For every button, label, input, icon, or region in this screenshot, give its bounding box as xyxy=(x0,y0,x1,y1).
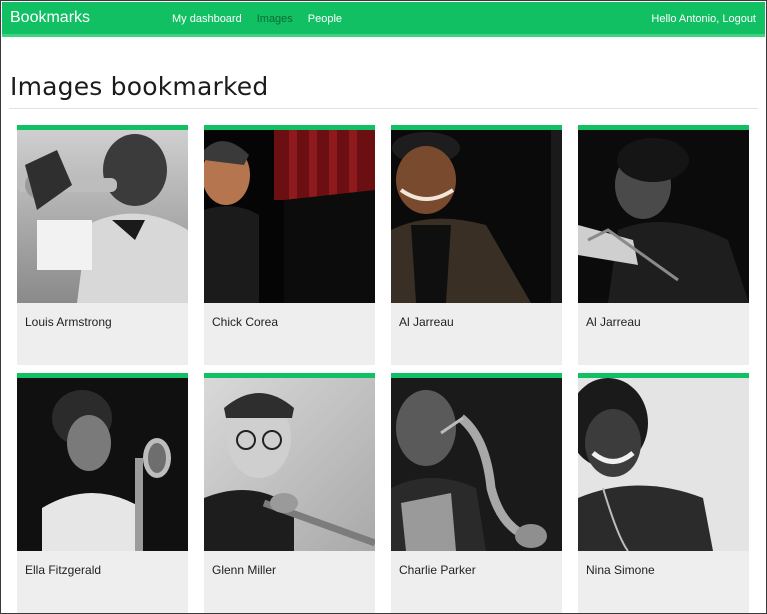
nav-people[interactable]: People xyxy=(308,13,342,25)
image-thumbnail[interactable] xyxy=(204,130,375,303)
user-area: Hello Antonio, Logout xyxy=(651,13,756,25)
image-thumbnail[interactable] xyxy=(391,130,562,303)
photo-al-jarreau-2 xyxy=(578,130,749,303)
image-caption[interactable]: Glenn Miller xyxy=(212,563,276,577)
nav-my-dashboard[interactable]: My dashboard xyxy=(172,13,242,25)
logout-link[interactable]: Logout xyxy=(722,13,756,25)
nav-images[interactable]: Images xyxy=(257,13,293,25)
image-card[interactable]: Al Jarreau xyxy=(578,125,749,365)
image-caption[interactable]: Charlie Parker xyxy=(399,563,476,577)
photo-al-jarreau-1 xyxy=(391,130,562,303)
photo-ella-fitzgerald xyxy=(17,378,188,551)
top-navbar: Bookmarks My dashboard Images People Hel… xyxy=(2,2,765,37)
image-card[interactable]: Glenn Miller xyxy=(204,373,375,613)
image-thumbnail[interactable] xyxy=(17,130,188,303)
image-thumbnail[interactable] xyxy=(391,378,562,551)
image-card[interactable]: Ella Fitzgerald xyxy=(17,373,188,613)
image-thumbnail[interactable] xyxy=(17,378,188,551)
image-thumbnail[interactable] xyxy=(578,130,749,303)
nav-links: My dashboard Images People xyxy=(172,13,342,25)
photo-chick-corea xyxy=(204,130,375,303)
photo-charlie-parker xyxy=(391,378,562,551)
page-title: Images bookmarked xyxy=(10,72,269,101)
image-card[interactable]: Louis Armstrong xyxy=(17,125,188,365)
image-caption[interactable]: Al Jarreau xyxy=(586,315,641,329)
photo-nina-simone xyxy=(578,378,749,551)
image-caption[interactable]: Al Jarreau xyxy=(399,315,454,329)
image-caption[interactable]: Nina Simone xyxy=(586,563,655,577)
image-card[interactable]: Nina Simone xyxy=(578,373,749,613)
image-caption[interactable]: Ella Fitzgerald xyxy=(25,563,101,577)
image-card[interactable]: Al Jarreau xyxy=(391,125,562,365)
image-caption[interactable]: Louis Armstrong xyxy=(25,315,112,329)
image-card[interactable]: Chick Corea xyxy=(204,125,375,365)
image-card[interactable]: Charlie Parker xyxy=(391,373,562,613)
brand-link[interactable]: Bookmarks xyxy=(10,9,90,27)
image-thumbnail[interactable] xyxy=(204,378,375,551)
user-greeting: Hello Antonio, xyxy=(651,13,720,25)
image-thumbnail[interactable] xyxy=(578,378,749,551)
photo-louis-armstrong xyxy=(17,130,188,303)
app-window: Bookmarks My dashboard Images People Hel… xyxy=(0,0,767,614)
photo-glenn-miller xyxy=(204,378,375,551)
title-divider xyxy=(9,108,758,109)
image-caption[interactable]: Chick Corea xyxy=(212,315,278,329)
